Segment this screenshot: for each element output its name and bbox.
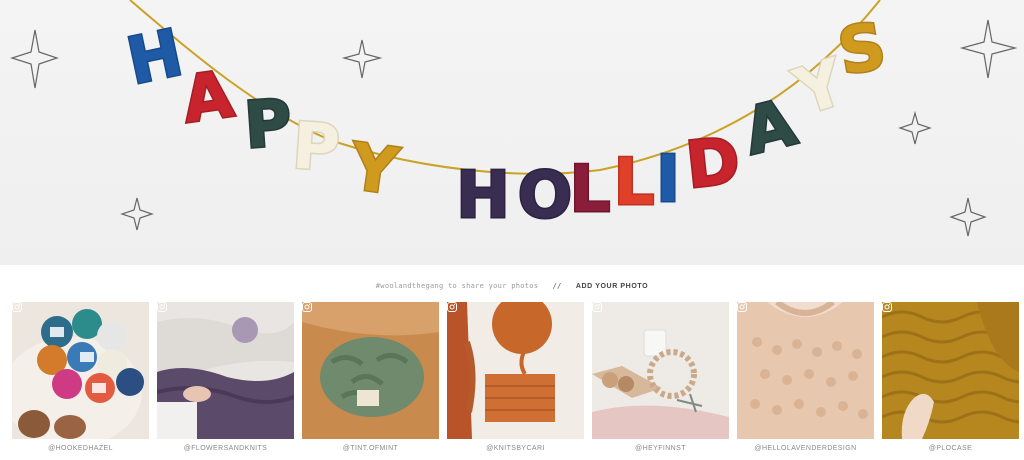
sparkle-icon — [898, 110, 932, 145]
gallery-photo[interactable] — [737, 302, 874, 439]
gallery-handle[interactable]: @HELLOLAVENDERDESIGN — [754, 445, 856, 452]
gallery-handle[interactable]: @PLOCASE — [929, 445, 972, 452]
gallery-photo[interactable] — [447, 302, 584, 439]
hero-banner: H A P P Y H O L L I D A Y S — [0, 0, 1024, 265]
banner-letter: I — [656, 143, 680, 217]
banner-letter: Y — [345, 130, 403, 210]
sparkle-icon — [120, 197, 154, 231]
banner-letter: O — [518, 159, 572, 233]
instagram-icon — [592, 302, 602, 312]
gallery-handle[interactable]: @KNITSBYCARI — [486, 445, 545, 452]
separator: // — [552, 282, 562, 290]
gallery-item: @KNITSBYCARI — [447, 302, 584, 452]
banner-letter: A — [737, 86, 803, 170]
gallery-photo[interactable] — [12, 302, 149, 439]
sparkle-icon — [341, 39, 383, 79]
gallery-item: @HELLOLAVENDERDESIGN — [737, 302, 874, 452]
instagram-gallery: @HOOKEDHAZEL @FLOWERSANDKNITS @TINT.OFMI… — [12, 302, 1019, 452]
gallery-item: @TINT.OFMINT — [302, 302, 439, 452]
gallery-handle[interactable]: @TINT.OFMINT — [343, 445, 398, 452]
instagram-icon — [737, 302, 747, 312]
banner-letter: H — [456, 159, 510, 233]
add-your-photo-link[interactable]: ADD YOUR PHOTO — [576, 283, 648, 290]
instagram-icon — [12, 302, 22, 312]
sparkle-icon — [949, 197, 987, 237]
banner-letter: D — [683, 124, 744, 203]
instagram-icon — [447, 302, 457, 312]
gallery-item: @HEYFINNST — [592, 302, 729, 452]
holiday-garland-illustration: H A P P Y H O L L I D A Y S — [10, 0, 1018, 237]
gallery-handle[interactable]: @FLOWERSANDKNITS — [184, 445, 268, 452]
hashtag-text: #woolandthegang to share your photos — [375, 282, 539, 290]
instagram-icon — [882, 302, 892, 312]
share-row: #woolandthegang to share your photos // … — [0, 282, 1024, 296]
gallery-photo[interactable] — [592, 302, 729, 439]
banner-letter: H — [121, 16, 189, 100]
banner-letter: P — [242, 86, 294, 163]
gallery-item: @PLOCASE — [882, 302, 1019, 452]
banner-word-holidays: H O L L I D A Y S — [455, 8, 893, 234]
banner-letter: P — [290, 109, 342, 186]
sparkle-icon — [959, 19, 1018, 79]
gallery-photo[interactable] — [302, 302, 439, 439]
gallery-item: @FLOWERSANDKNITS — [157, 302, 294, 452]
banner-letter: L — [570, 153, 611, 227]
gallery-photo[interactable] — [882, 302, 1019, 439]
banner-letter: L — [614, 146, 655, 220]
instagram-icon — [157, 302, 167, 312]
gallery-photo[interactable] — [157, 302, 294, 439]
sparkle-icon — [10, 29, 59, 89]
gallery-handle[interactable]: @HEYFINNST — [635, 445, 686, 452]
gallery-item: @HOOKEDHAZEL — [12, 302, 149, 452]
instagram-icon — [302, 302, 312, 312]
banner-letter: S — [833, 10, 891, 91]
banner-letter: A — [178, 58, 238, 138]
gallery-handle[interactable]: @HOOKEDHAZEL — [48, 445, 113, 452]
